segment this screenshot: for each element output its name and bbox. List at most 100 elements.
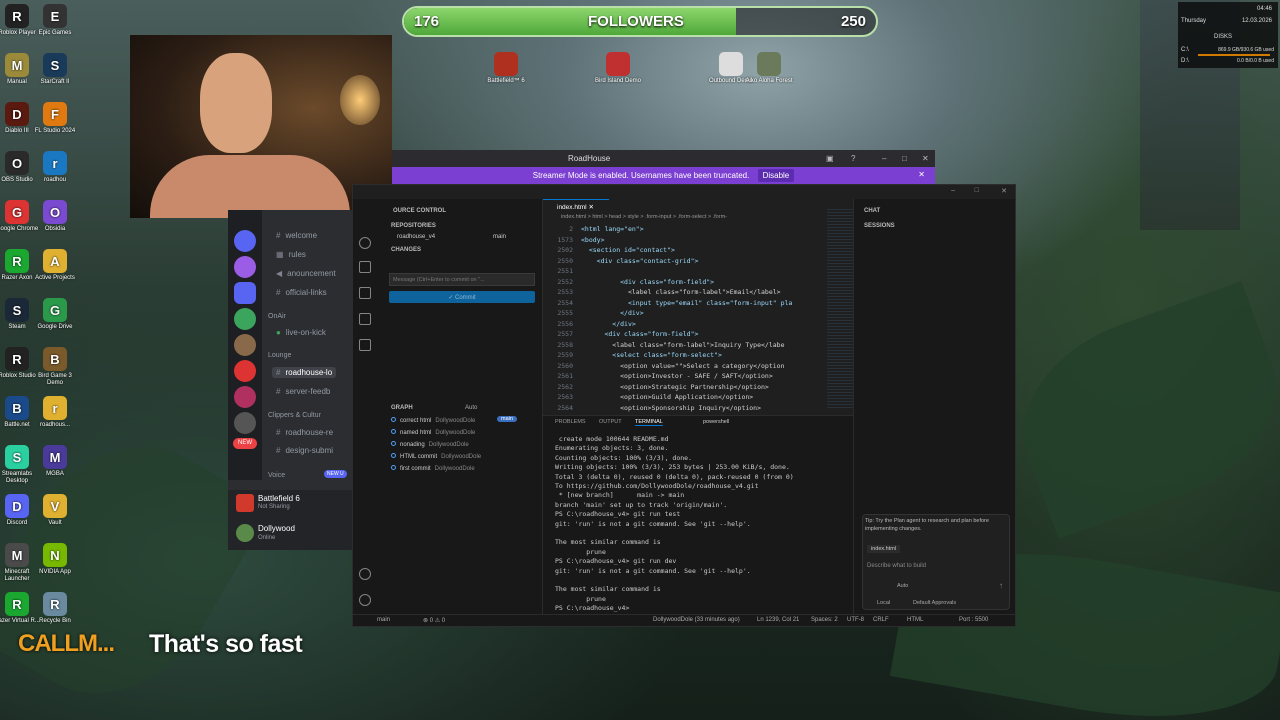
close-icon[interactable]: ✕ [918, 170, 925, 179]
run-debug-icon[interactable] [359, 287, 371, 299]
channel-design-submissions[interactable]: # design-submi [276, 446, 333, 455]
commit-row[interactable]: first commit DollywoodDole [391, 465, 475, 472]
new-badge: NEW [233, 438, 257, 449]
folder-shortcut[interactable]: V Vault [31, 494, 79, 527]
server-icon[interactable] [234, 360, 256, 382]
tab-problems[interactable]: PROBLEMS [555, 419, 586, 425]
fl-studio-shortcut[interactable]: F FL Studio 2024 [31, 102, 79, 135]
sessions-header[interactable]: SESSIONS [864, 223, 895, 229]
graph-auto[interactable]: Auto [465, 405, 477, 411]
tab-index-html[interactable]: index.html ✕ [543, 199, 609, 212]
recycle-bin-shortcut[interactable]: R Recycle Bin [31, 592, 79, 625]
send-icon[interactable]: ↑ [999, 581, 1003, 590]
folder-shortcut[interactable]: A Active Projects [31, 249, 79, 282]
avatar[interactable] [236, 524, 254, 542]
category-voice[interactable]: Voice [268, 472, 285, 479]
server-icon[interactable] [234, 282, 256, 304]
status-errors[interactable]: ⊗ 0 ⚠ 0 [423, 617, 445, 624]
code-text: <label class="form-label">Inquiry Type</… [581, 340, 785, 349]
status-blame[interactable]: DollywoodDole (33 minutes ago) [653, 617, 740, 623]
status-spaces[interactable]: Spaces: 2 [811, 617, 838, 623]
nvidia-shortcut[interactable]: N NVIDIA App [31, 543, 79, 576]
code-text: <option>Investor - SAFE / SAFT</option> [581, 372, 773, 380]
close-icon[interactable]: ✕ [1001, 187, 1007, 195]
editor: index.html ✕ index.html > html > head > … [543, 199, 853, 415]
disable-streamer-mode-button[interactable]: Disable [757, 169, 795, 182]
gear-icon[interactable] [359, 594, 371, 606]
mgba-shortcut[interactable]: M MGBA [31, 445, 79, 478]
commit-row[interactable]: HTML commit DollywoodDole [391, 453, 481, 460]
account-icon[interactable] [359, 568, 371, 580]
server-icon[interactable] [234, 256, 256, 278]
chat-local-select[interactable]: Local [877, 600, 890, 606]
search-icon[interactable] [359, 237, 371, 249]
extensions-icon[interactable] [359, 313, 371, 325]
forest-shortcut[interactable]: Aiko Aloha Forest [745, 52, 793, 85]
channel-server-feedback[interactable]: # server-feedb [276, 387, 330, 396]
bird-island-shortcut[interactable]: Bird Island Demo [594, 52, 642, 85]
voice-channel-live[interactable]: ● live-on-kick [276, 328, 326, 337]
maximize-icon[interactable]: □ [902, 154, 907, 163]
vscode-shortcut[interactable]: r roadhou [31, 151, 79, 184]
obsidian-shortcut[interactable]: O Obsidia [31, 200, 79, 233]
remote-explorer-icon[interactable] [359, 339, 371, 351]
shortcut-label: Battlefield™ 6 [487, 78, 525, 84]
server-icon[interactable] [234, 308, 256, 330]
status-branch[interactable]: main [377, 617, 390, 623]
source-control-icon[interactable] [359, 261, 371, 273]
commit-row[interactable]: named html DollywoodDole [391, 429, 475, 436]
maximize-icon[interactable]: □ [975, 187, 979, 194]
channel-roadhouse-lounge[interactable]: # roadhouse-lo [272, 367, 337, 378]
chat-mode-select[interactable]: Auto [897, 583, 908, 589]
screenshot-icon[interactable]: ▣ [826, 154, 834, 163]
close-icon[interactable]: ✕ [922, 154, 929, 163]
folder-shortcut[interactable]: r roadhous... [31, 396, 79, 429]
repo-name[interactable]: roadhouse_v4 [397, 234, 435, 240]
commit-button[interactable]: ✓ Commit [389, 291, 535, 303]
channel-anouncement[interactable]: ◀ anouncement [276, 269, 336, 278]
epic-games-shortcut[interactable]: E Epic Games [31, 4, 79, 37]
status-port[interactable]: Port : 5500 [959, 617, 988, 623]
tab-terminal[interactable]: TERMINAL [635, 419, 663, 426]
channel-roadhouse-re[interactable]: # roadhouse-re [276, 428, 333, 437]
channel-welcome[interactable]: # welcome [276, 231, 317, 240]
channel-rules[interactable]: ▦ rules [276, 250, 306, 259]
minimap[interactable] [827, 209, 853, 409]
minimize-icon[interactable]: – [951, 187, 955, 194]
help-icon[interactable]: ? [851, 154, 855, 163]
changes-header[interactable]: CHANGES [391, 247, 421, 253]
status-eol[interactable]: CRLF [873, 617, 889, 623]
battlefield-shortcut[interactable]: Battlefield™ 6 [482, 52, 530, 85]
drive-shortcut[interactable]: G Google Drive [31, 298, 79, 331]
commit-row[interactable]: nonading DollywoodDole [391, 441, 469, 448]
graph-header[interactable]: GRAPH [391, 405, 413, 411]
minimize-icon[interactable]: – [882, 154, 886, 163]
status-language[interactable]: HTML [907, 617, 923, 623]
chat-approvals-select[interactable]: Default Approvals [913, 600, 956, 606]
chat-input[interactable]: Describe what to build [867, 563, 926, 569]
repositories-header[interactable]: REPOSITORIES [391, 223, 436, 229]
server-icon[interactable] [234, 334, 256, 356]
branch-name[interactable]: main [493, 234, 506, 240]
server-icon[interactable] [234, 386, 256, 408]
tab-output[interactable]: OUTPUT [599, 419, 622, 425]
server-icon[interactable] [234, 230, 256, 252]
bird-game-shortcut[interactable]: B Bird Game 3 Demo [31, 347, 79, 387]
terminal-shell[interactable]: powershell [703, 419, 729, 425]
server-icon[interactable] [234, 412, 256, 434]
category-lounge[interactable]: Lounge [268, 352, 291, 359]
channel-hash-icon: # [276, 387, 281, 396]
category-onair[interactable]: OnAir [268, 313, 286, 320]
battlefield-icon [494, 52, 518, 76]
commit-message-input[interactable]: Message (Ctrl+Enter to commit on "... [389, 273, 535, 286]
channel-official-links[interactable]: # official-links [276, 288, 327, 297]
status-encoding[interactable]: UTF-8 [847, 617, 864, 623]
starcraft-shortcut[interactable]: S StarCraft II [31, 53, 79, 86]
status-cursor[interactable]: Ln 1239, Col 21 [757, 617, 799, 623]
commit-row[interactable]: correct html DollywoodDole [391, 417, 475, 424]
chat-context-chip[interactable]: index.html [867, 545, 901, 553]
new-unreads-pill[interactable]: NEW U [324, 470, 347, 478]
breadcrumb[interactable]: index.html > html > head > style > .form… [561, 214, 727, 220]
category-clippers-culture[interactable]: Clippers & Cultur [268, 412, 321, 419]
close-icon[interactable]: ✕ [588, 204, 593, 211]
